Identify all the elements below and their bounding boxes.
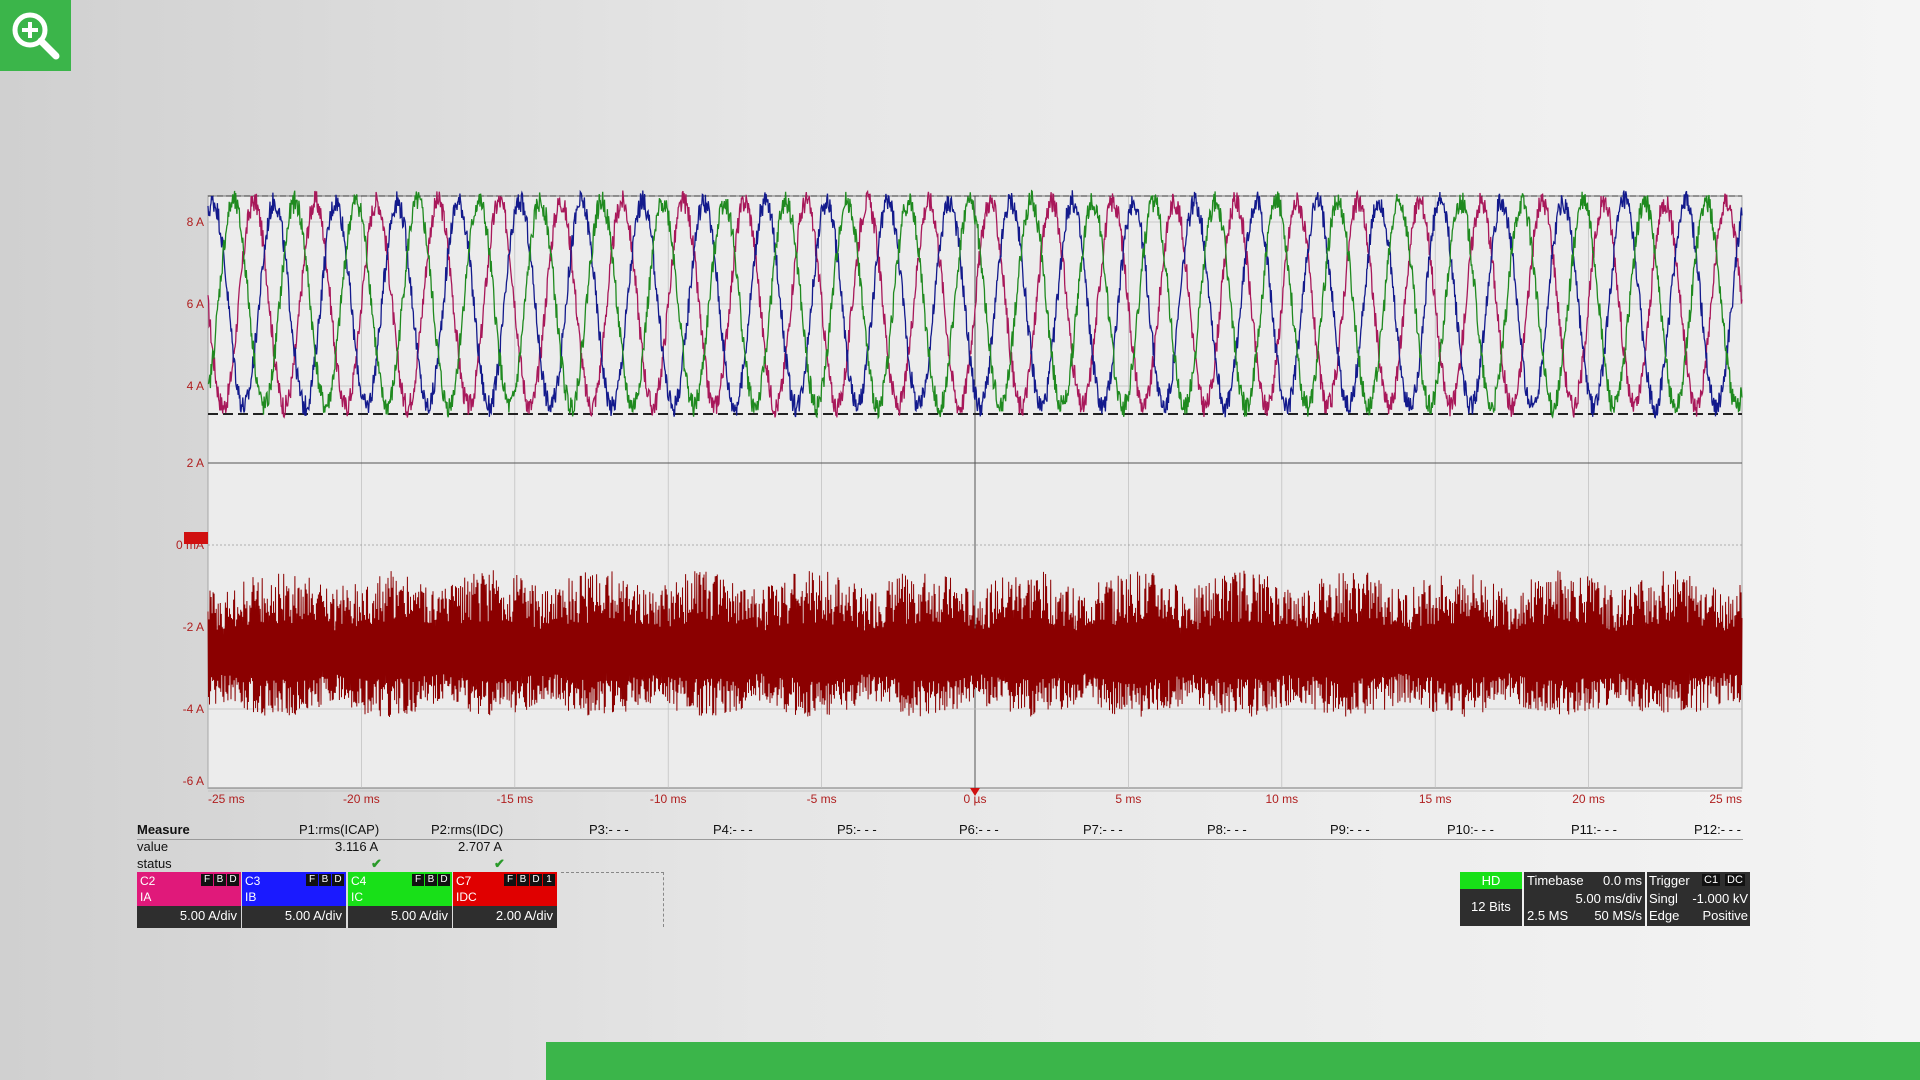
sample-rate: 50 MS/s: [1594, 908, 1642, 923]
channel-c3[interactable]: C3 IB FBD 5.00 A/div: [242, 872, 346, 928]
x-tick-label: -5 ms: [807, 792, 837, 806]
channel-c4-scale: 5.00 A/div: [390, 908, 448, 923]
p2-value: 2.707 A: [458, 839, 503, 854]
channel-empty-slot[interactable]: [561, 872, 664, 927]
trigger-type: Edge: [1649, 908, 1680, 923]
p1-value: 3.116 A: [335, 839, 379, 854]
param-p12[interactable]: P12:- - -: [1694, 822, 1741, 837]
trigger-coupling: DC: [1725, 874, 1745, 886]
channel-c7[interactable]: C7 IDC FBD1 2.00 A/div: [453, 872, 557, 928]
channel-c2-id: C2: [140, 874, 156, 888]
channel-c2-signal: IA: [140, 890, 152, 904]
y-tick-label: 6 A: [187, 297, 204, 311]
y-tick-label: 4 A: [187, 379, 204, 393]
y-tick-label: 8 A: [187, 215, 204, 229]
channel-c7-flags: FBD1: [504, 874, 555, 886]
param-p10[interactable]: P10:- - -: [1447, 822, 1494, 837]
timebase-panel[interactable]: Timebase 0.0 ms 5.00 ms/div 2.5 MS 50 MS…: [1524, 872, 1645, 926]
param-p9[interactable]: P9:- - -: [1330, 822, 1370, 837]
x-tick-label: 10 ms: [1265, 792, 1298, 806]
trigger-source: C1: [1702, 874, 1721, 886]
param-p5[interactable]: P5:- - -: [837, 822, 877, 837]
y-tick-label: -4 A: [183, 702, 204, 716]
p2-status-check-icon: ✔: [494, 856, 505, 871]
trigger-label: Trigger: [1649, 873, 1690, 888]
oscilloscope-chart: 8 A6 A4 A2 A0 mA-2 A-4 A-6 A-25 ms -20 ms…: [176, 189, 1743, 806]
timebase-delay: 0.0 ms: [1602, 873, 1642, 888]
channel-c4[interactable]: C4 IC FBD 5.00 A/div: [348, 872, 452, 928]
x-tick-label: 15 ms: [1419, 792, 1452, 806]
channel-c7-id: C7: [456, 874, 472, 888]
y-tick-label: 2 A: [187, 456, 204, 470]
trigger-slope: Positive: [1702, 908, 1748, 923]
bit-depth: 12 Bits: [1471, 899, 1511, 914]
x-tick-label: 25 ms: [1709, 792, 1742, 806]
status-label: status: [137, 856, 172, 871]
hd-mode: HD: [1460, 872, 1522, 889]
param-p4[interactable]: P4:- - -: [713, 822, 753, 837]
param-p1[interactable]: P1:rms(ICAP): [299, 822, 379, 837]
value-label: value: [137, 839, 169, 854]
param-p11[interactable]: P11:- - -: [1571, 822, 1617, 837]
measure-table: Measure P1:rms(ICAP) P2:rms(IDC) P3:- - …: [137, 822, 1743, 871]
param-p8[interactable]: P8:- - -: [1207, 822, 1247, 837]
hd-panel[interactable]: HD 12 Bits: [1460, 872, 1522, 926]
channel-offset-marker[interactable]: [184, 532, 208, 544]
channel-c2-flags: FBD: [201, 874, 239, 886]
trigger-level: -1.000 kV: [1692, 891, 1748, 906]
param-p2[interactable]: P2:rms(IDC): [431, 822, 503, 837]
x-tick-label: -10 ms: [650, 792, 687, 806]
channel-c7-scale: 2.00 A/div: [495, 908, 553, 923]
bottom-accent-bar: [546, 1042, 1920, 1080]
channel-c4-signal: IC: [351, 890, 363, 904]
channel-c7-signal: IDC: [456, 890, 477, 904]
x-tick-label: -15 ms: [496, 792, 533, 806]
channel-c2[interactable]: C2 IA FBD 5.00 A/div: [137, 872, 241, 928]
channel-c3-signal: IB: [245, 890, 257, 904]
y-tick-label: -2 A: [183, 620, 204, 634]
trigger-mode: Singl: [1649, 891, 1678, 906]
channel-c3-scale: 5.00 A/div: [284, 908, 342, 923]
x-tick-label: -25 ms: [208, 792, 245, 806]
channel-c4-flags: FBD: [412, 874, 450, 886]
param-p6[interactable]: P6:- - -: [959, 822, 999, 837]
y-tick-label: -6 A: [183, 774, 204, 788]
time-per-div: 5.00 ms/div: [1575, 891, 1642, 906]
measure-header: Measure: [137, 822, 190, 837]
grid: [207, 195, 1743, 792]
trigger-panel[interactable]: Trigger C1 DC Singl -1.000 kV Edge Posit…: [1647, 872, 1750, 926]
channel-c4-id: C4: [351, 874, 367, 888]
param-p3[interactable]: P3:- - -: [589, 822, 629, 837]
x-tick-label: 5 ms: [1115, 792, 1141, 806]
x-tick-label: 20 ms: [1572, 792, 1605, 806]
sample-count: 2.5 MS: [1527, 908, 1569, 923]
p1-status-check-icon: ✔: [371, 856, 382, 871]
channel-c3-flags: FBD: [306, 874, 344, 886]
channel-c2-scale: 5.00 A/div: [179, 908, 237, 923]
timebase-label: Timebase: [1527, 873, 1584, 888]
x-tick-label: -20 ms: [343, 792, 380, 806]
channel-c3-id: C3: [245, 874, 261, 888]
param-p7[interactable]: P7:- - -: [1083, 822, 1123, 837]
